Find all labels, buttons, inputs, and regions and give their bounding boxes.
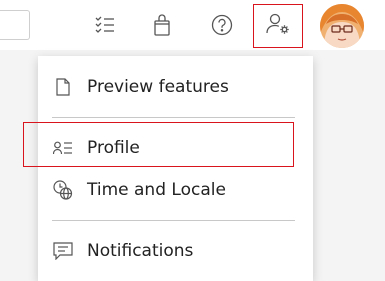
menu-item-label: Notifications xyxy=(87,241,194,261)
task-list-icon[interactable] xyxy=(90,10,120,40)
user-settings-button[interactable] xyxy=(253,4,303,48)
document-icon xyxy=(52,76,74,98)
menu-divider xyxy=(52,220,295,221)
menu-item-label: Time and Locale xyxy=(87,180,226,200)
chat-icon xyxy=(52,240,74,262)
menu-item-preview-features[interactable]: Preview features xyxy=(38,67,313,107)
menu-item-notifications[interactable]: Notifications xyxy=(38,231,313,271)
clock-globe-icon xyxy=(52,179,74,201)
profile-highlight-box xyxy=(23,122,294,167)
top-bar xyxy=(0,0,385,50)
settings-dropdown-menu: Preview features Profile Time and Locale… xyxy=(38,56,313,281)
menu-item-time-and-locale[interactable]: Time and Locale xyxy=(38,170,313,210)
shopping-bag-icon[interactable] xyxy=(147,10,177,40)
user-settings-icon xyxy=(266,13,290,39)
menu-item-label: Preview features xyxy=(87,77,229,97)
help-icon[interactable] xyxy=(207,10,237,40)
avatar[interactable] xyxy=(320,4,364,48)
search-box[interactable] xyxy=(0,10,30,40)
menu-divider xyxy=(52,117,295,118)
